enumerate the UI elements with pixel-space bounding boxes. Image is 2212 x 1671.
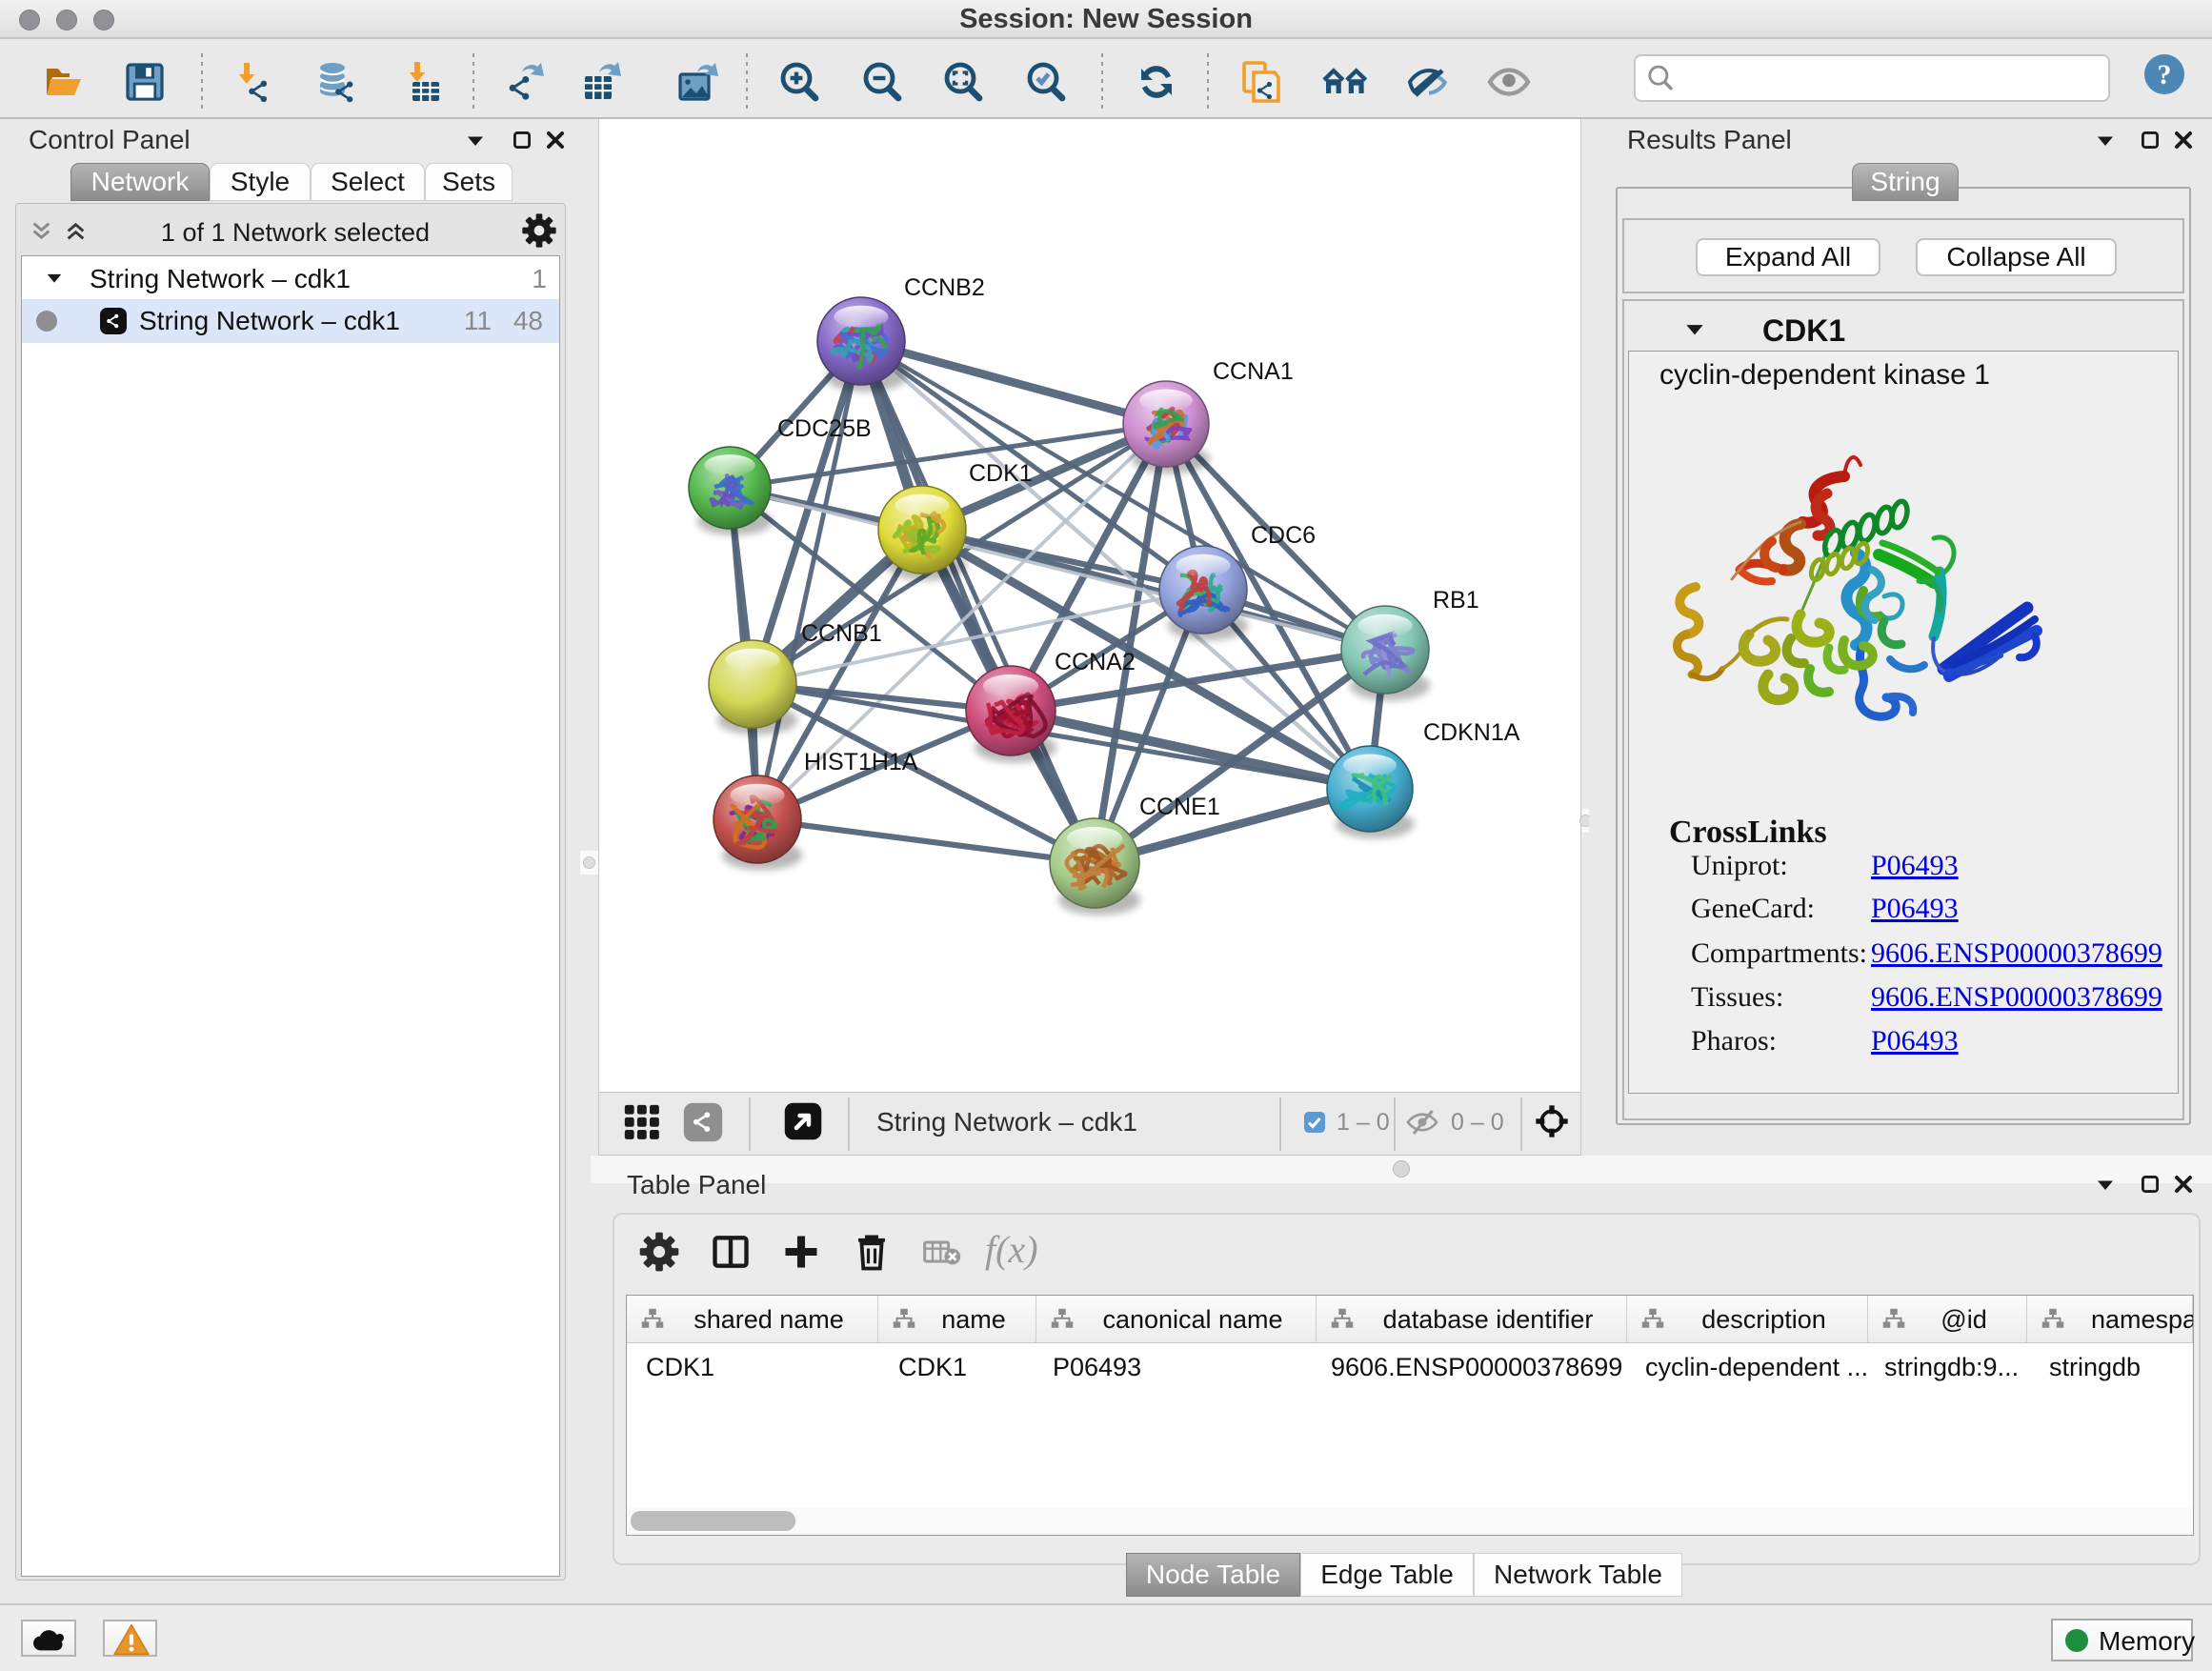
svg-text:CCNA1: CCNA1 <box>1213 358 1294 385</box>
svg-text:CDK1: CDK1 <box>969 460 1033 487</box>
svg-text:HIST1H1A: HIST1H1A <box>804 749 918 775</box>
svg-text:CCNE1: CCNE1 <box>1139 794 1220 820</box>
svg-text:CDKN1A: CDKN1A <box>1423 719 1520 746</box>
svg-text:CCNB1: CCNB1 <box>801 620 882 647</box>
svg-text:CCNA2: CCNA2 <box>1055 649 1136 675</box>
svg-text:?: ? <box>2158 59 2172 91</box>
svg-text:CDC6: CDC6 <box>1251 522 1316 549</box>
svg-text:CCNB2: CCNB2 <box>904 274 985 301</box>
svg-text:RB1: RB1 <box>1433 587 1479 614</box>
svg-text:CDC25B: CDC25B <box>777 415 872 442</box>
